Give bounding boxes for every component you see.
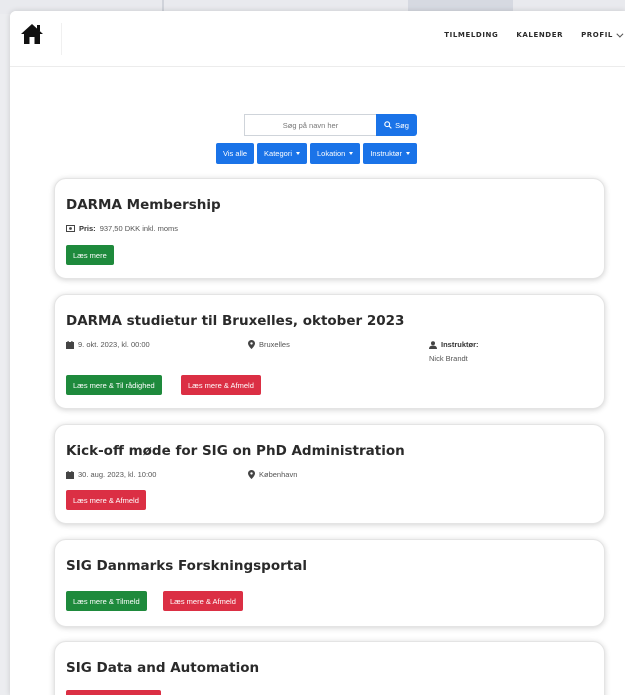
money-icon — [66, 225, 75, 232]
caret-down-icon — [295, 152, 300, 155]
nav-kalender[interactable]: KALENDER — [516, 31, 563, 39]
event-date: 30. aug. 2023, kl. 10:00 — [66, 470, 156, 479]
chevron-down-icon — [616, 30, 624, 38]
event-title: Kick-off møde for SIG on PhD Administrat… — [66, 443, 405, 459]
caret-down-icon — [349, 152, 354, 155]
event-title: DARMA Membership — [66, 197, 221, 213]
event-card: DARMA studietur til Bruxelles, oktober 2… — [54, 294, 605, 409]
event-date-text: 9. okt. 2023, kl. 00:00 — [78, 340, 150, 349]
event-card: DARMA Membership Pris: 937,50 DKK inkl. … — [54, 178, 605, 279]
event-title: SIG Data and Automation — [66, 660, 260, 676]
event-location: Bruxelles — [248, 340, 290, 349]
map-pin-icon — [248, 340, 255, 349]
filter-kategori-label: Kategori — [264, 149, 292, 158]
nav-profil-label: PROFIL — [581, 31, 613, 39]
event-location-text: Bruxelles — [259, 340, 290, 349]
filter-bar: Vis alle Kategori Lokation Instruktør — [216, 143, 418, 164]
event-card: SIG Data and Automation — [54, 641, 605, 695]
calendar-icon — [66, 470, 74, 479]
filter-instruktor-label: Instruktør — [370, 149, 403, 158]
search-input[interactable] — [244, 114, 376, 136]
home-icon — [21, 24, 43, 44]
filter-kategori-dropdown[interactable]: Kategori — [257, 143, 307, 164]
read-more-register-button[interactable]: Læs mere & Tilmeld — [66, 591, 147, 611]
caret-down-icon — [406, 152, 411, 155]
filter-lokation-dropdown[interactable]: Lokation — [309, 143, 361, 164]
filter-vis-alle[interactable]: Vis alle — [216, 143, 255, 164]
read-more-button[interactable]: Læs mere — [66, 245, 114, 265]
event-date: 9. okt. 2023, kl. 00:00 — [66, 340, 150, 349]
price-value: 937,50 DKK inkl. moms — [99, 224, 179, 233]
read-more-unregister-button[interactable]: Læs mere & Afmeld — [66, 490, 146, 510]
event-instructor: Instruktør: — [429, 340, 479, 349]
event-title: DARMA studietur til Bruxelles, oktober 2… — [66, 313, 405, 329]
instructor-name: Nick Brandt — [429, 354, 468, 363]
event-location-text: København — [259, 470, 298, 479]
user-icon — [429, 340, 437, 349]
filter-lokation-label: Lokation — [316, 149, 346, 158]
price-label: Pris: — [79, 224, 96, 233]
nav-links: TILMELDING KALENDER PROFIL — [444, 30, 624, 39]
filter-instruktor-dropdown[interactable]: Instruktør — [363, 143, 418, 164]
map-pin-icon — [248, 470, 255, 479]
event-card: SIG Danmarks Forskningsportal Læs mere &… — [54, 539, 605, 627]
navbar-divider — [61, 23, 62, 55]
search-button[interactable]: Søg — [376, 114, 417, 136]
read-more-button-partial[interactable] — [66, 690, 161, 695]
event-card: Kick-off møde for SIG on PhD Administrat… — [54, 424, 605, 524]
search-button-label: Søg — [395, 120, 409, 130]
search-bar: Søg — [244, 114, 417, 136]
event-location: København — [248, 470, 297, 479]
nav-tilmelding[interactable]: TILMELDING — [444, 31, 498, 39]
event-date-text: 30. aug. 2023, kl. 10:00 — [78, 470, 157, 479]
app-window: TILMELDING KALENDER PROFIL Søg Vis alle … — [10, 11, 625, 695]
search-icon — [384, 121, 392, 129]
event-title: SIG Danmarks Forskningsportal — [66, 558, 307, 574]
navbar: TILMELDING KALENDER PROFIL — [10, 11, 625, 67]
read-more-unregister-button[interactable]: Læs mere & Afmeld — [163, 591, 243, 611]
read-more-unregister-button[interactable]: Læs mere & Afmeld — [181, 375, 261, 395]
read-more-available-button[interactable]: Læs mere & Til rådighed — [66, 375, 162, 395]
nav-profil[interactable]: PROFIL — [581, 30, 624, 39]
instructor-label: Instruktør: — [441, 340, 479, 349]
calendar-icon — [66, 340, 74, 349]
event-price: Pris: 937,50 DKK inkl. moms — [66, 224, 178, 233]
home-button[interactable] — [20, 23, 48, 49]
